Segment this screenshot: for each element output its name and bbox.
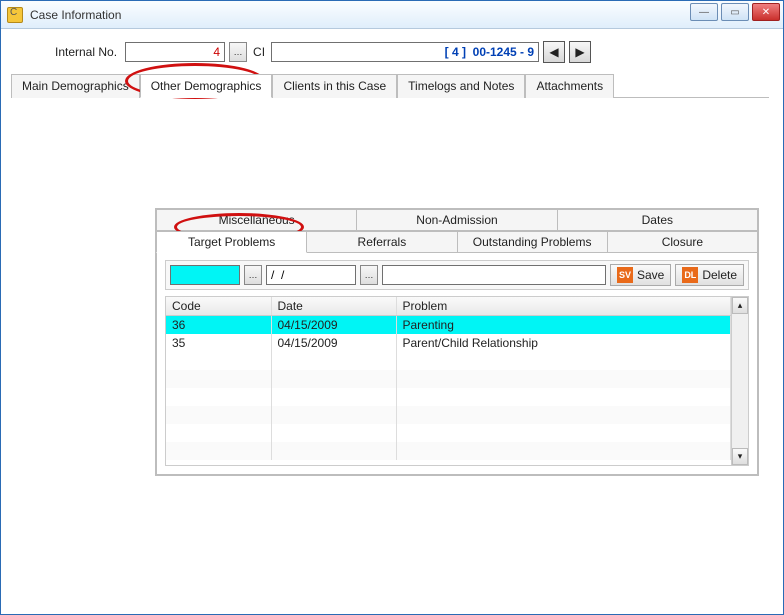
col-date[interactable]: Date [271,297,396,316]
tab-clients-in-case[interactable]: Clients in this Case [272,74,397,98]
code-picker-button[interactable]: … [244,265,262,285]
date-input[interactable] [266,265,356,285]
main-tabs: Main Demographics Other Demographics Cli… [11,73,769,98]
table-row[interactable] [166,424,731,442]
sub-content: … … SV Save DL Delete [156,252,758,475]
table-cell: 35 [166,334,271,352]
problems-table-wrap: Code Date Problem 3604/15/2009Parenting3… [165,296,749,466]
prev-case-button[interactable]: ◀ [543,41,565,63]
subtab-miscellaneous[interactable]: Miscellaneous [156,209,357,231]
table-cell [396,406,731,424]
window-title: Case Information [30,8,121,22]
table-cell: Parenting [396,316,731,335]
internal-no-label: Internal No. [55,45,117,59]
table-row[interactable] [166,352,731,370]
table-cell: 36 [166,316,271,335]
table-cell [396,388,731,406]
table-row[interactable] [166,406,731,424]
table-cell [166,406,271,424]
table-cell [166,424,271,442]
titlebar: Case Information — ▭ ✕ [1,1,783,29]
subtab-non-admission[interactable]: Non-Admission [356,209,557,231]
table-cell [271,442,396,460]
table-row[interactable] [166,388,731,406]
table-cell [271,406,396,424]
content-area: Internal No. … CI ◀ ▶ Main Demographics … [1,29,783,484]
tab-attachments[interactable]: Attachments [525,74,614,98]
problems-table[interactable]: Code Date Problem 3604/15/2009Parenting3… [166,297,731,460]
internal-no-picker-button[interactable]: … [229,42,247,62]
table-cell [166,352,271,370]
table-cell [396,352,731,370]
date-picker-button[interactable]: … [360,265,378,285]
table-cell [271,352,396,370]
table-cell [166,370,271,388]
table-row[interactable] [166,370,731,388]
scroll-down-icon[interactable]: ▾ [732,448,748,465]
tab-other-demographics[interactable]: Other Demographics [140,74,273,98]
scroll-up-icon[interactable]: ▴ [732,297,748,314]
table-row[interactable] [166,442,731,460]
table-cell [271,424,396,442]
tab-main-demographics[interactable]: Main Demographics [11,74,140,98]
sub-tab-rows: Miscellaneous Non-Admission Dates Target… [156,209,758,253]
delete-icon: DL [682,267,698,283]
sub-panel: Miscellaneous Non-Admission Dates Target… [155,208,759,476]
app-icon [7,7,23,23]
internal-no-input[interactable] [125,42,225,62]
table-cell [271,388,396,406]
entry-row: … … SV Save DL Delete [165,260,749,290]
ci-label: CI [253,45,265,59]
save-icon: SV [617,267,633,283]
subtab-dates[interactable]: Dates [557,209,758,231]
close-button[interactable]: ✕ [752,3,780,21]
table-cell: 04/15/2009 [271,316,396,335]
minimize-button[interactable]: — [690,3,718,21]
delete-button[interactable]: DL Delete [675,264,744,286]
save-button-label: Save [637,268,664,282]
table-cell [396,424,731,442]
case-number-display[interactable] [271,42,539,62]
description-input[interactable] [382,265,606,285]
table-cell: 04/15/2009 [271,334,396,352]
subtab-outstanding-problems[interactable]: Outstanding Problems [457,231,608,253]
col-code[interactable]: Code [166,297,271,316]
save-button[interactable]: SV Save [610,264,671,286]
table-cell [396,442,731,460]
table-cell [166,388,271,406]
table-row[interactable]: 3504/15/2009Parent/Child Relationship [166,334,731,352]
subtab-closure[interactable]: Closure [607,231,758,253]
table-cell [271,370,396,388]
header-row: Internal No. … CI ◀ ▶ [15,41,769,63]
window-controls: — ▭ ✕ [690,3,780,21]
subtab-referrals[interactable]: Referrals [306,231,457,253]
table-cell: Parent/Child Relationship [396,334,731,352]
table-cell [396,370,731,388]
col-problem[interactable]: Problem [396,297,731,316]
table-row[interactable]: 3604/15/2009Parenting [166,316,731,335]
subtab-target-problems[interactable]: Target Problems [156,231,307,253]
code-input[interactable] [170,265,240,285]
next-case-button[interactable]: ▶ [569,41,591,63]
tab-timelogs-notes[interactable]: Timelogs and Notes [397,74,525,98]
table-cell [166,442,271,460]
delete-button-label: Delete [702,268,737,282]
table-scrollbar[interactable]: ▴ ▾ [731,297,748,465]
maximize-button[interactable]: ▭ [721,3,749,21]
